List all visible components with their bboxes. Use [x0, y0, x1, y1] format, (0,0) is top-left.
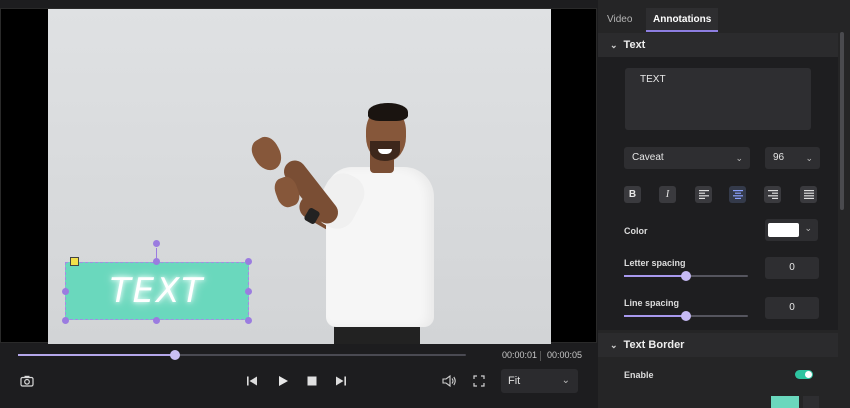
font-family-select[interactable]: Caveat ⌄ [624, 147, 750, 169]
current-time: 00:00:01 [502, 350, 538, 360]
font-size-select[interactable]: 96 ⌄ [765, 147, 820, 169]
letter-spacing-knob[interactable] [681, 271, 691, 281]
line-spacing-slider[interactable] [624, 311, 748, 321]
volume-icon[interactable] [441, 373, 457, 389]
chevron-down-icon: ⌄ [610, 40, 618, 50]
timeline-track[interactable] [18, 350, 466, 360]
line-spacing-label: Line spacing [624, 298, 680, 308]
letter-spacing-slider[interactable] [624, 271, 748, 281]
resize-handle-left[interactable] [62, 288, 69, 295]
resize-handle-top[interactable] [153, 258, 160, 265]
border-enable-toggle[interactable] [795, 370, 813, 379]
border-color-dropdown[interactable] [803, 396, 819, 408]
font-size-value: 96 [773, 152, 785, 163]
letter-spacing-input[interactable]: 0 [765, 257, 819, 279]
video-frame: TEXT [48, 9, 551, 344]
align-right-icon[interactable] [764, 186, 781, 203]
resize-handle-bottom[interactable] [153, 317, 160, 324]
text-border-section-header[interactable]: ⌄ Text Border [598, 333, 838, 357]
text-section-header[interactable]: ⌄ Text [598, 33, 838, 57]
text-section-title: Text [623, 39, 646, 51]
tab-annotations[interactable]: Annotations [646, 8, 719, 32]
properties-panel: Video Annotations ⌄ Text TEXT Caveat ⌄ 96… [598, 0, 850, 408]
line-spacing-input[interactable]: 0 [765, 297, 819, 319]
align-center-icon[interactable] [729, 186, 746, 203]
letter-spacing-fill [624, 275, 686, 277]
text-annotation[interactable]: TEXT [65, 262, 249, 320]
bold-button[interactable]: B [624, 186, 641, 203]
preview-area: TEXT 00:00:01 00:00:05 Fit ⌄ [0, 0, 598, 408]
align-left-icon[interactable] [695, 186, 712, 203]
chevron-down-icon: ⌄ [610, 340, 618, 350]
screenshot-icon[interactable] [19, 373, 35, 389]
chevron-down-icon: ⌄ [735, 153, 743, 163]
chevron-down-icon: ⌄ [561, 375, 570, 386]
color-swatch [768, 223, 799, 237]
rotate-handle[interactable] [153, 240, 160, 247]
letter-spacing-label: Letter spacing [624, 258, 686, 268]
video-preview[interactable]: TEXT [0, 8, 597, 344]
border-color-swatch[interactable] [771, 396, 799, 408]
panel-tabs: Video Annotations [598, 8, 850, 32]
next-frame-icon[interactable] [333, 373, 349, 389]
fullscreen-icon[interactable] [471, 373, 487, 389]
chevron-down-icon: ⌄ [804, 223, 812, 233]
zoom-fit-value: Fit [508, 375, 521, 387]
anchor-handle[interactable] [70, 257, 79, 266]
resize-handle-right[interactable] [245, 288, 252, 295]
color-label: Color [624, 226, 648, 236]
total-time: 00:00:05 [547, 350, 583, 360]
resize-handle-bottom-right[interactable] [245, 317, 252, 324]
time-separator [540, 351, 541, 361]
timeline-progress [18, 354, 175, 356]
resize-handle-top-right[interactable] [245, 258, 252, 265]
font-family-value: Caveat [632, 152, 664, 163]
zoom-fit-select[interactable]: Fit ⌄ [501, 369, 578, 393]
align-justify-icon[interactable] [800, 186, 817, 203]
panel-scrollbar[interactable] [840, 32, 844, 210]
annotation-text: TEXT [109, 271, 205, 311]
annotation-text-input[interactable]: TEXT [625, 68, 811, 130]
border-enable-label: Enable [624, 370, 654, 380]
line-spacing-knob[interactable] [681, 311, 691, 321]
line-spacing-fill [624, 315, 686, 317]
stop-icon[interactable] [304, 373, 320, 389]
tab-video[interactable]: Video [607, 8, 632, 32]
play-icon[interactable] [275, 373, 291, 389]
italic-button[interactable]: I [659, 186, 676, 203]
previous-frame-icon[interactable] [244, 373, 260, 389]
chevron-down-icon: ⌄ [805, 153, 813, 163]
text-border-section-title: Text Border [623, 339, 685, 351]
person-hair [368, 103, 408, 121]
color-picker[interactable]: ⌄ [765, 219, 818, 241]
toggle-knob [805, 371, 812, 378]
timeline-playhead[interactable] [169, 350, 180, 360]
resize-handle-bottom-left[interactable] [62, 317, 69, 324]
person-hand-raised [247, 132, 287, 176]
